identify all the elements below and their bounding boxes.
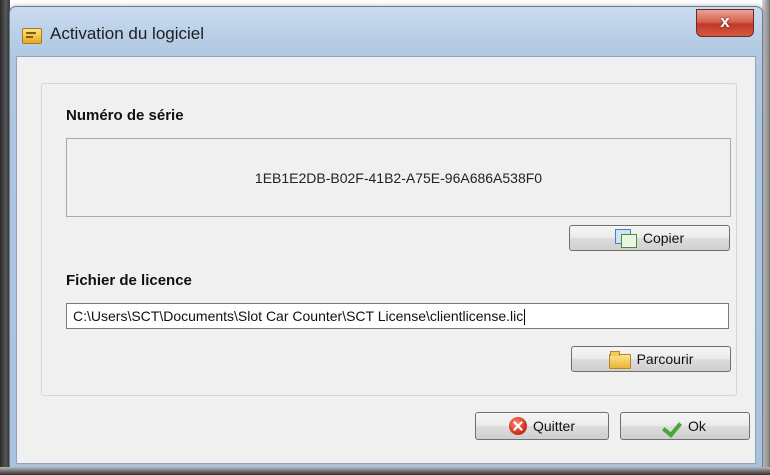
license-path-input[interactable]: C:\Users\SCT\Documents\Slot Car Counter\… xyxy=(66,303,729,329)
checkmark-icon xyxy=(664,417,682,435)
copy-button-label: Copier xyxy=(642,230,685,246)
activation-panel: Numéro de série 1EB1E2DB-B02F-41B2-A75E-… xyxy=(41,83,737,396)
dialog-client-area: Numéro de série 1EB1E2DB-B02F-41B2-A75E-… xyxy=(16,56,756,464)
folder-icon xyxy=(608,351,631,369)
copy-icon xyxy=(614,229,637,248)
desktop-edge-right xyxy=(762,0,770,475)
quit-icon xyxy=(508,417,527,435)
quit-button[interactable]: Quitter xyxy=(475,412,609,440)
browse-button[interactable]: Parcourir xyxy=(571,346,731,372)
title-bar[interactable]: Activation du logiciel x xyxy=(10,7,762,55)
license-path-value: C:\Users\SCT\Documents\Slot Car Counter\… xyxy=(73,308,524,324)
serial-number-box: 1EB1E2DB-B02F-41B2-A75E-96A686A538F0 xyxy=(66,138,731,217)
copy-button[interactable]: Copier xyxy=(569,225,730,251)
license-app-icon xyxy=(22,28,42,44)
close-button[interactable]: x xyxy=(696,9,754,37)
serial-number-value: 1EB1E2DB-B02F-41B2-A75E-96A686A538F0 xyxy=(254,169,543,186)
window-title: Activation du logiciel xyxy=(50,24,205,43)
serial-number-label: Numéro de série xyxy=(66,107,184,124)
activation-dialog: Activation du logiciel x Numéro de série… xyxy=(9,6,763,471)
quit-button-label: Quitter xyxy=(532,418,575,434)
ok-button[interactable]: Ok xyxy=(620,412,750,440)
desktop-edge-bottom xyxy=(0,467,770,475)
browse-button-label: Parcourir xyxy=(636,351,694,367)
license-file-label: Fichier de licence xyxy=(66,272,192,289)
text-caret xyxy=(524,309,526,326)
ok-button-label: Ok xyxy=(688,418,706,434)
